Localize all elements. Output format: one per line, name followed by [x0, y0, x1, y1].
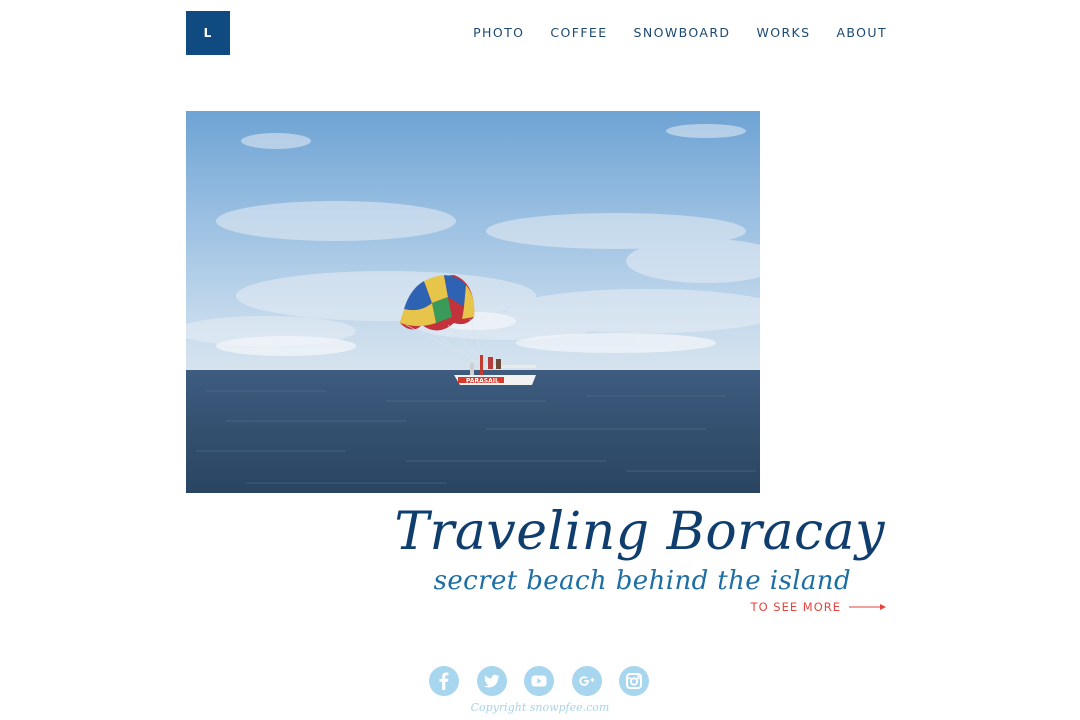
twitter-icon[interactable] — [476, 666, 507, 696]
google-plus-icon[interactable] — [571, 666, 602, 696]
nav-item-about[interactable]: ABOUT — [836, 24, 887, 42]
social-links — [429, 666, 649, 696]
facebook-icon[interactable] — [429, 666, 459, 696]
nav-item-coffee[interactable]: COFFEE — [550, 24, 607, 42]
see-more-link[interactable]: TO SEE MORE — [751, 600, 887, 614]
nav-item-snowboard[interactable]: SNOWBOARD — [634, 24, 731, 42]
post-subtitle: secret beach behind the island — [433, 566, 851, 596]
youtube-icon[interactable] — [524, 666, 554, 696]
instagram-icon[interactable] — [619, 666, 649, 696]
nav-item-works[interactable]: WORKS — [756, 24, 810, 42]
logo[interactable]: L — [186, 11, 230, 55]
nav-item-photo[interactable]: PHOTO — [473, 24, 524, 42]
boat-sign: PARASAIL — [466, 378, 499, 385]
arrow-right-icon — [849, 604, 886, 610]
main-nav: PHOTO COFFEE SNOWBOARD WORKS ABOUT — [447, 24, 887, 42]
copyright-text: Copyright snowpfee.com — [470, 701, 610, 714]
post-title[interactable]: Traveling Boracay — [394, 500, 885, 564]
hero-photo[interactable]: PARASAIL — [186, 111, 760, 493]
see-more-label: TO SEE MORE — [750, 600, 841, 614]
parasail-photo: PARASAIL — [186, 111, 760, 493]
